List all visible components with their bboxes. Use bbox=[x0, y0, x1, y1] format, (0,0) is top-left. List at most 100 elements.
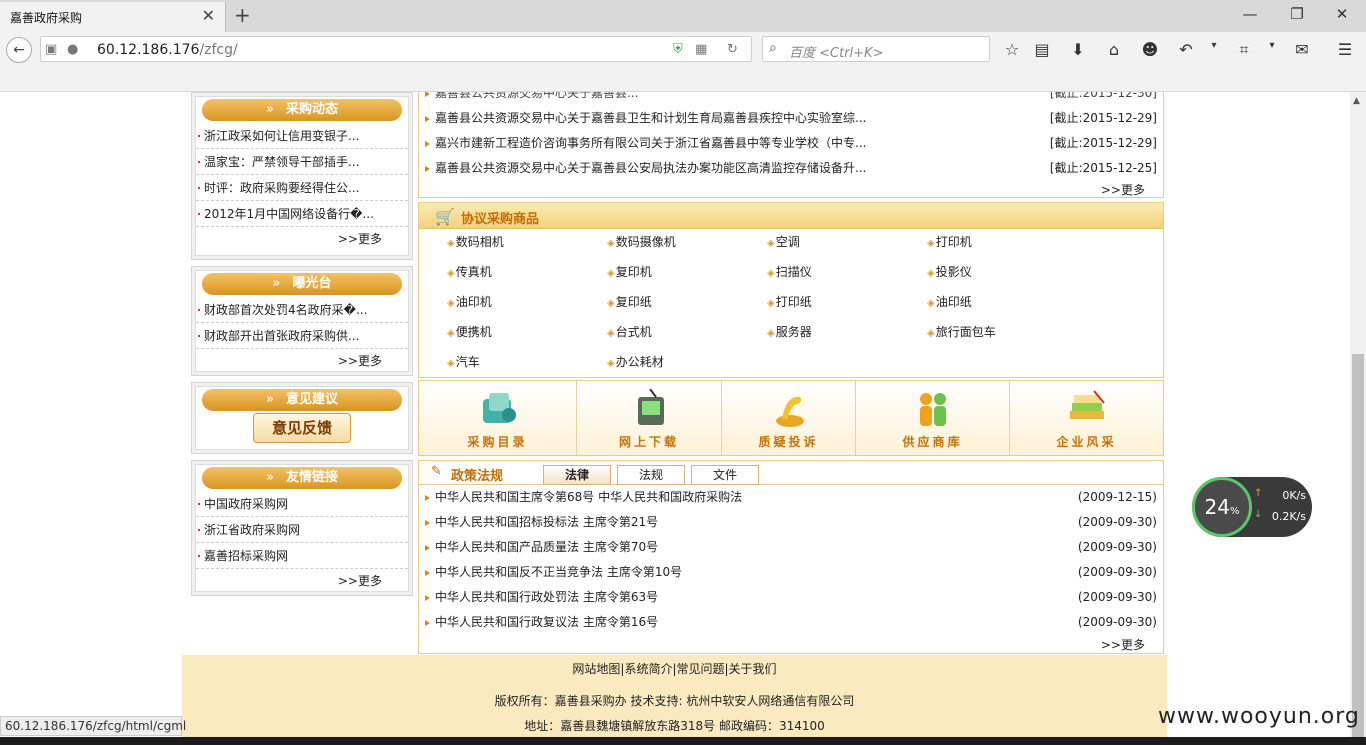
product-link[interactable]: 复印纸 bbox=[607, 293, 652, 310]
sidebar-list-item[interactable]: 浙江省政府采购网 bbox=[196, 517, 408, 543]
scroll-up-icon[interactable]: ▲ bbox=[1353, 96, 1360, 106]
news-row[interactable]: 嘉兴市建新工程造价咨询事务所有限公司关于浙江省嘉善县中等专业学校（中专... [截… bbox=[419, 131, 1163, 156]
taskbar bbox=[0, 737, 1366, 745]
new-tab-icon[interactable]: + bbox=[234, 3, 251, 27]
product-link[interactable]: 复印机 bbox=[607, 263, 652, 280]
product-link[interactable]: 投影仪 bbox=[927, 263, 972, 280]
products-header: 🛒 协议采购商品 bbox=[419, 203, 1163, 229]
policy-row[interactable]: 中华人民共和国反不正当竞争法 主席令第10号 (2009-09-30) bbox=[419, 560, 1163, 585]
policy-title-text: 中华人民共和国产品质量法 主席令第70号 bbox=[435, 540, 659, 554]
chat-icon[interactable]: ✉ bbox=[1291, 40, 1313, 59]
page-info-icon[interactable]: ▣ bbox=[45, 42, 57, 57]
search-box[interactable]: ⌕ 百度 <Ctrl+K> bbox=[762, 36, 990, 62]
tab-law[interactable]: 法律 bbox=[543, 465, 611, 485]
bookmark-star-icon[interactable]: ☆ bbox=[1001, 40, 1023, 59]
product-link[interactable]: 数码摄像机 bbox=[607, 233, 676, 250]
product-link[interactable]: 办公耗材 bbox=[607, 353, 664, 370]
product-link[interactable]: 服务器 bbox=[767, 323, 812, 340]
news-title: 嘉兴市建新工程造价咨询事务所有限公司关于浙江省嘉善县中等专业学校（中专... bbox=[435, 136, 867, 150]
policy-row[interactable]: 中华人民共和国产品质量法 主席令第70号 (2009-09-30) bbox=[419, 535, 1163, 560]
policy-row[interactable]: 中华人民共和国行政处罚法 主席令第63号 (2009-09-30) bbox=[419, 585, 1163, 610]
restore-icon[interactable]: ❐ bbox=[1277, 5, 1317, 23]
quick-label: 质疑投诉 bbox=[758, 435, 819, 449]
reading-list-icon[interactable]: ▤ bbox=[1031, 40, 1053, 59]
product-link[interactable]: 空调 bbox=[767, 233, 800, 250]
back-icon[interactable]: ← bbox=[6, 37, 32, 63]
links-more[interactable]: >>更多 bbox=[196, 569, 408, 593]
edit-icon: ✎ bbox=[431, 464, 442, 479]
download-device-icon bbox=[638, 389, 664, 425]
address-bar[interactable]: ▣ ● 60.12.186.176/zfcg/ ⛨ ▦ ↻ bbox=[40, 36, 752, 62]
page-scrollbar[interactable]: ▲ bbox=[1350, 92, 1366, 737]
undo-icon[interactable]: ↶ bbox=[1175, 40, 1197, 59]
product-link[interactable]: 打印机 bbox=[927, 233, 972, 250]
quick-catalog[interactable]: 采购目录 bbox=[419, 381, 577, 455]
product-link[interactable]: 扫描仪 bbox=[767, 263, 812, 280]
policy-row[interactable]: 中华人民共和国主席令第68号 中华人民共和国政府采购法 (2009-12-15) bbox=[419, 485, 1163, 510]
news-row[interactable]: 嘉善县公共资源交易中心关于嘉善县卫生和计划生育局嘉善县疾控中心实验室综... [截… bbox=[419, 106, 1163, 131]
shield-icon[interactable]: ⛨ bbox=[673, 42, 683, 57]
qrcode-icon[interactable]: ▦ bbox=[695, 42, 707, 57]
browser-tab[interactable]: 嘉善政府采购 ✕ bbox=[0, 2, 226, 32]
sidebar-list-item[interactable]: 浙江政采如何让信用变银子... bbox=[196, 123, 408, 149]
policy-more-link[interactable]: >>更多 bbox=[419, 635, 1163, 655]
policy-title-text: 中华人民共和国行政处罚法 主席令第63号 bbox=[435, 590, 659, 604]
product-link[interactable]: 油印纸 bbox=[927, 293, 972, 310]
nav-toolbar: ← ▣ ● 60.12.186.176/zfcg/ ⛨ ▦ ↻ ⌕ 百度 <Ct… bbox=[0, 32, 1366, 66]
footer-links[interactable]: 网站地图|系统简介|常见问题|关于我们 bbox=[182, 660, 1167, 677]
product-link[interactable]: 汽车 bbox=[447, 353, 480, 370]
heading-text: 曝光台 bbox=[292, 276, 332, 291]
news-row[interactable]: 嘉善县公共资源交易中心关于嘉善县公安局执法办案功能区高清监控存储设备升... [截… bbox=[419, 156, 1163, 181]
procurement-news-list: 浙江政采如何让信用变银子... 温家宝：严禁领导干部插手... 时评：政府采购要经得… bbox=[196, 123, 408, 227]
feedback-button[interactable]: 意见反馈 bbox=[253, 413, 351, 443]
sidebar-list-item[interactable]: 嘉善招标采购网 bbox=[196, 543, 408, 569]
policy-row[interactable]: 中华人民共和国行政复议法 主席令第16号 (2009-09-30) bbox=[419, 610, 1163, 635]
sidebar-list-item[interactable]: 温家宝：严禁领导干部插手... bbox=[196, 149, 408, 175]
crop-icon[interactable]: ⌗ bbox=[1233, 40, 1255, 60]
policy-date: (2009-09-30) bbox=[1077, 515, 1157, 529]
sidebar-list-item[interactable]: 时评：政府采购要经得住公... bbox=[196, 175, 408, 201]
product-link[interactable]: 数码相机 bbox=[447, 233, 504, 250]
product-link[interactable]: 旅行面包车 bbox=[927, 323, 996, 340]
product-link[interactable]: 便携机 bbox=[447, 323, 492, 340]
tab-regulations[interactable]: 法规 bbox=[617, 465, 685, 485]
minimize-icon[interactable]: — bbox=[1230, 5, 1270, 23]
url-path: /zfcg/ bbox=[199, 42, 238, 58]
news-row-clipped[interactable]: 嘉善县公共资源交易中心关于嘉善县... [截止:2015-12-30] bbox=[419, 92, 1163, 106]
product-link[interactable]: 台式机 bbox=[607, 323, 652, 340]
close-window-icon[interactable]: ✕ bbox=[1322, 5, 1362, 23]
quick-complaint[interactable]: 质疑投诉 bbox=[722, 381, 856, 455]
product-link[interactable]: 打印纸 bbox=[767, 293, 812, 310]
reload-icon[interactable]: ↻ bbox=[727, 42, 738, 57]
policy-row[interactable]: 中华人民共和国招标投标法 主席令第21号 (2009-09-30) bbox=[419, 510, 1163, 535]
menu-icon[interactable]: ☰ bbox=[1334, 40, 1356, 59]
policy-date: (2009-12-15) bbox=[1077, 490, 1157, 504]
globe-icon: ● bbox=[67, 42, 79, 57]
undo-dropdown-icon[interactable]: ▾ bbox=[1203, 40, 1225, 51]
tab-documents[interactable]: 文件 bbox=[691, 465, 759, 485]
product-link[interactable]: 油印机 bbox=[447, 293, 492, 310]
download-icon[interactable]: ⬇ bbox=[1067, 40, 1089, 59]
sidebar-list-item[interactable]: 2012年1月中国网络设备行�... bbox=[196, 201, 408, 227]
quick-download[interactable]: 网上下载 bbox=[577, 381, 722, 455]
product-link[interactable]: 传真机 bbox=[447, 263, 492, 280]
scroll-thumb[interactable] bbox=[1352, 354, 1364, 737]
exposure-more[interactable]: >>更多 bbox=[196, 349, 408, 373]
news-panel: 嘉善县公共资源交易中心关于嘉善县... [截止:2015-12-30] 嘉善县公共… bbox=[418, 92, 1164, 198]
news-more-link[interactable]: >>更多 bbox=[419, 181, 1163, 199]
network-speed-widget[interactable]: 24% ↑ 0K/s ↓ 0.2K/s bbox=[1192, 477, 1312, 537]
heading-text: 友情链接 bbox=[285, 470, 338, 485]
exposure-heading: » 曝光台 bbox=[202, 273, 402, 295]
crop-dropdown-icon[interactable]: ▾ bbox=[1261, 40, 1283, 51]
footer-copyright: 版权所有：嘉善县采购办 技术支持: 杭州中软安人网络通信有限公司 bbox=[494, 694, 855, 708]
sidebar-list-item[interactable]: 财政部首次处罚4名政府采�... bbox=[196, 297, 408, 323]
procurement-news-more[interactable]: >>更多 bbox=[196, 227, 408, 251]
sidebar-list-item[interactable]: 财政部开出首张政府采购供... bbox=[196, 323, 408, 349]
emoji-icon[interactable]: ☻ bbox=[1139, 40, 1161, 59]
home-icon[interactable]: ⌂ bbox=[1103, 40, 1125, 59]
catalog-icon bbox=[482, 393, 516, 423]
quick-suppliers[interactable]: 供应商库 bbox=[856, 381, 1010, 455]
close-tab-icon[interactable]: ✕ bbox=[202, 6, 215, 25]
sidebar-list-item[interactable]: 中国政府采购网 bbox=[196, 491, 408, 517]
quick-enterprise[interactable]: 企业风采 bbox=[1010, 381, 1163, 455]
